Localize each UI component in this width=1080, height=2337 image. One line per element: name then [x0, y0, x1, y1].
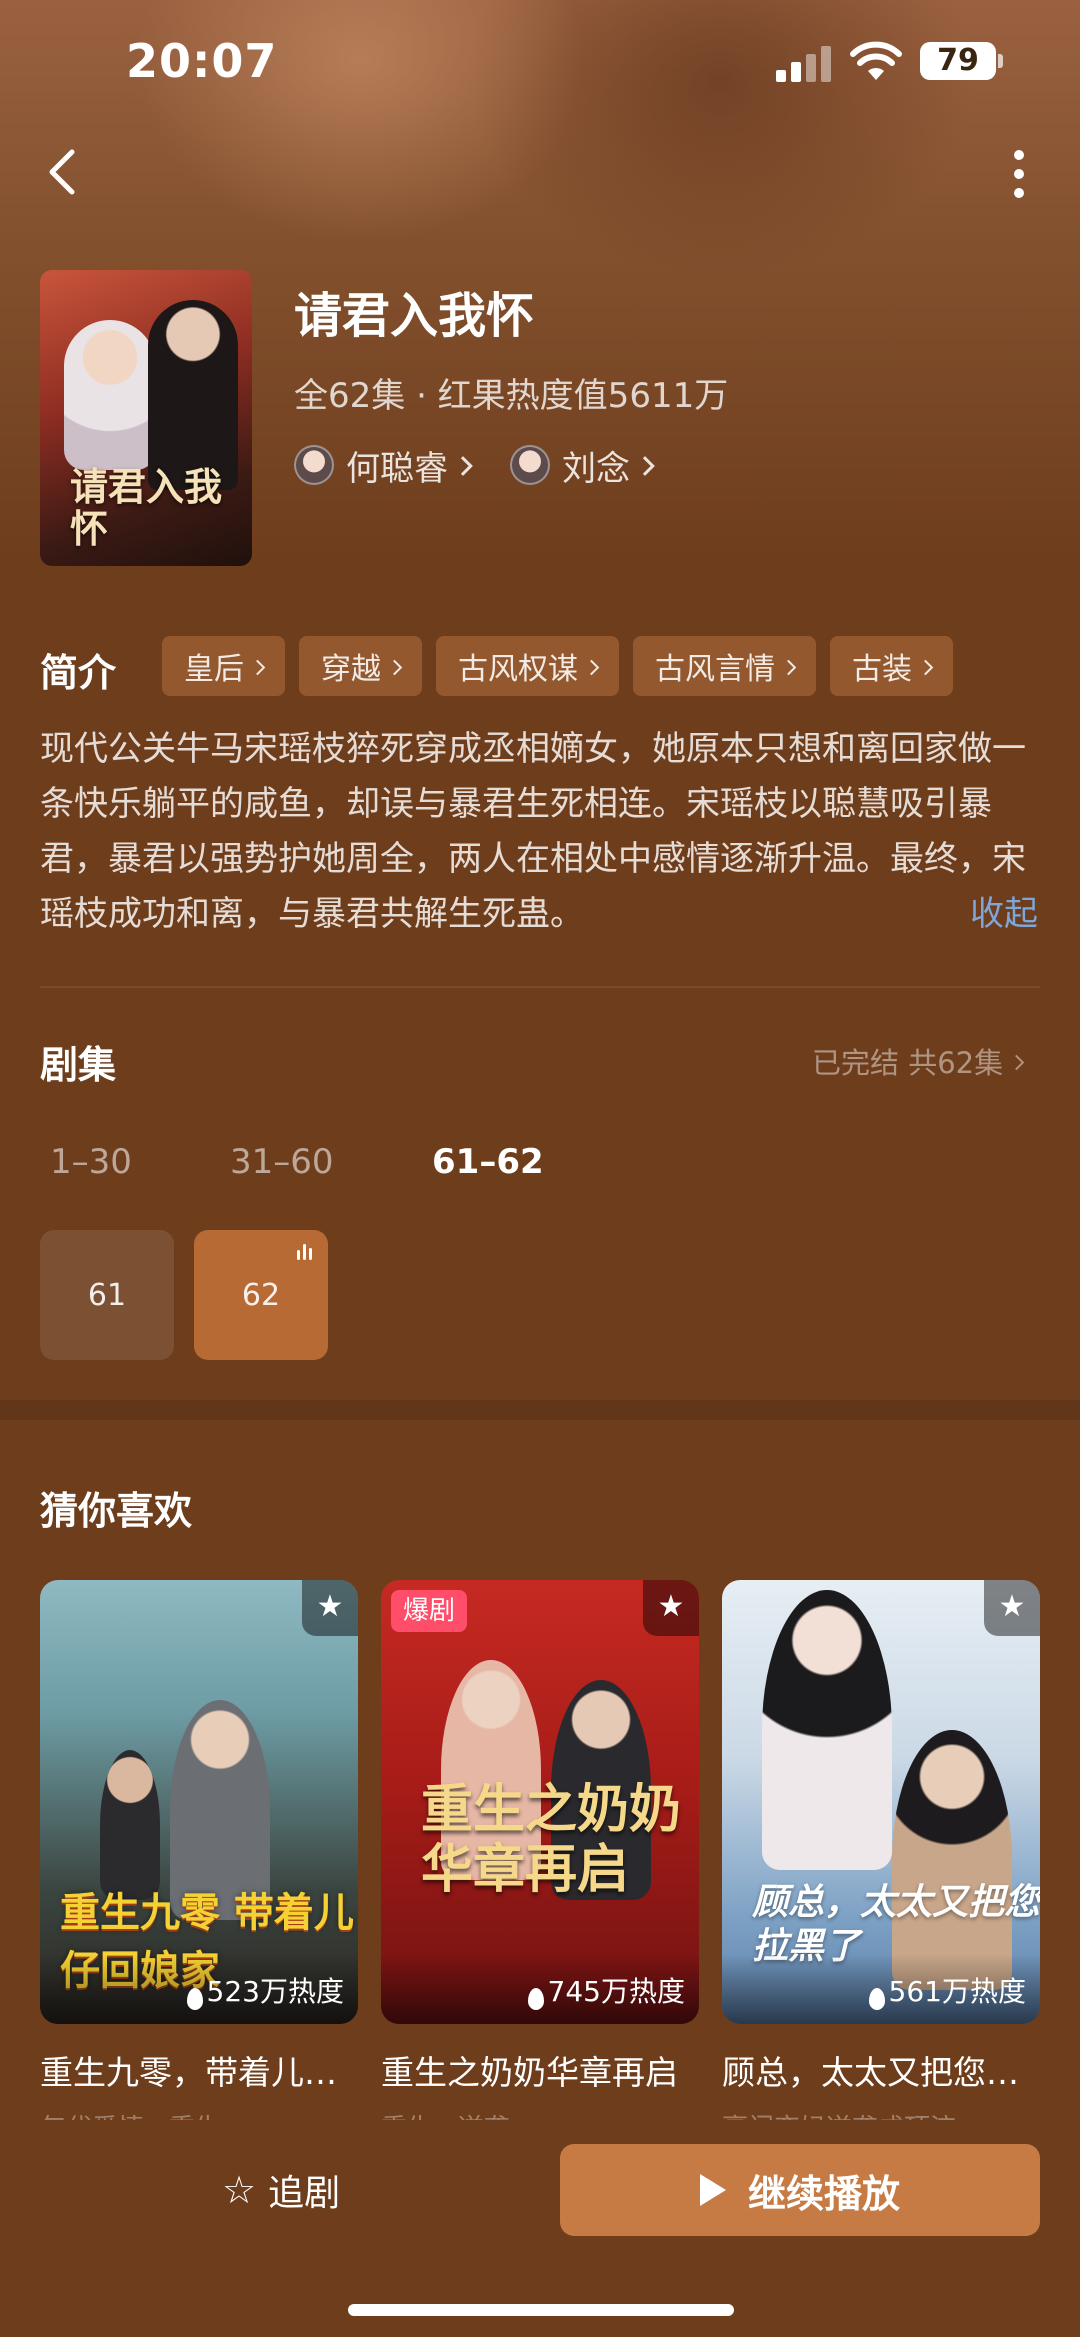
signal-icon [776, 46, 834, 82]
card-art-title: 重生之奶奶华章再启 [421, 1779, 682, 1900]
actor-name: 刘念 [562, 448, 630, 489]
genre-tag[interactable]: 古风权谋 [436, 636, 619, 696]
wifi-icon [850, 41, 902, 80]
recommend-card[interactable]: 重生之奶奶华章再启 爆剧 ★ 745万热度 [381, 1580, 699, 2024]
back-arrow-icon[interactable] [40, 144, 84, 200]
heat-value: 745万热度 [547, 1975, 685, 2008]
section-separator [0, 1400, 1080, 1420]
genre-tag[interactable]: 皇后 [162, 636, 285, 696]
tag-label: 皇后 [184, 652, 244, 687]
follow-button[interactable]: ☆ 追剧 [222, 2160, 340, 2220]
poster-title-art: 请君入我怀 [70, 464, 223, 551]
actor-link[interactable]: 刘念 [510, 440, 655, 490]
card-art-figure [762, 1590, 892, 1870]
genre-tags: 皇后 穿越 古风权谋 古风言情 古装 [162, 636, 953, 696]
tag-label: 古风言情 [655, 652, 775, 687]
recommend-card[interactable]: 顾总，太太又把您拉黑了 ★ 561万热度 [722, 1580, 1040, 2024]
continue-play-button[interactable]: 继续播放 [560, 2144, 1040, 2236]
battery-icon: 79 [920, 42, 996, 80]
episode-button-current[interactable]: 62 [194, 1230, 328, 1360]
hot-badge: 爆剧 [391, 1590, 468, 1632]
episodes-status: 已完结 共62集 [812, 1046, 1004, 1080]
chevron-right-icon [917, 659, 934, 675]
episode-number: 62 [241, 1277, 281, 1313]
play-label: 继续播放 [747, 2171, 900, 2216]
chevron-right-icon [635, 456, 655, 476]
card-title[interactable]: 重生之奶奶华章再启 [381, 2046, 699, 2094]
now-playing-icon [297, 1244, 312, 1260]
avatar [294, 445, 334, 485]
more-options-icon[interactable] [1000, 146, 1038, 202]
episode-range-tab-active[interactable]: 61–62 [432, 1142, 544, 1182]
show-meta: 全62集 · 红果热度值5611万 [294, 376, 729, 416]
home-indicator[interactable] [348, 2304, 734, 2316]
star-outline-icon: ☆ [222, 2168, 257, 2212]
tag-label: 穿越 [321, 652, 381, 687]
flame-icon [527, 1988, 544, 2010]
show-poster[interactable]: 请君入我怀 [40, 270, 252, 566]
star-icon[interactable]: ★ [984, 1580, 1040, 1636]
play-icon [699, 2174, 726, 2206]
chevron-right-icon [780, 659, 797, 675]
show-title: 请君入我怀 [294, 288, 535, 344]
flame-icon [868, 1988, 885, 2010]
heat-value: 523万热度 [206, 1975, 344, 2008]
card-title[interactable]: 重生九零，带着儿… [40, 2046, 358, 2094]
heat-label: 561万热度 [722, 1954, 1040, 2024]
chevron-right-icon [583, 659, 600, 675]
chevron-right-icon [386, 659, 403, 675]
intro-heading: 简介 [40, 651, 117, 695]
episode-range-tab[interactable]: 1–30 [50, 1142, 132, 1182]
genre-tag[interactable]: 穿越 [299, 636, 422, 696]
heat-label: 523万热度 [40, 1954, 358, 2024]
chevron-right-icon [249, 659, 266, 675]
card-art-figure [100, 1750, 160, 1900]
genre-tag[interactable]: 古风言情 [633, 636, 816, 696]
episode-number: 61 [87, 1277, 127, 1313]
genre-tag[interactable]: 古装 [830, 636, 953, 696]
heat-label: 745万热度 [381, 1954, 699, 2024]
episodes-status-link[interactable]: 已完结 共62集 [812, 1040, 1025, 1082]
actor-link[interactable]: 何聪睿 [294, 440, 473, 490]
star-icon[interactable]: ★ [643, 1580, 699, 1636]
episode-range-tab[interactable]: 31–60 [230, 1142, 334, 1182]
actor-name: 何聪睿 [346, 448, 448, 489]
card-title[interactable]: 顾总，太太又把您… [722, 2046, 1040, 2094]
heat-value: 561万热度 [888, 1975, 1026, 2008]
recommend-heading: 猜你喜欢 [40, 1489, 193, 1533]
chevron-right-icon [1008, 1054, 1025, 1070]
chevron-right-icon [453, 456, 473, 476]
star-icon[interactable]: ★ [302, 1580, 358, 1636]
poster-figure-male [148, 300, 238, 490]
avatar [510, 445, 550, 485]
flame-icon [186, 1988, 203, 2010]
collapse-link[interactable]: 收起 [970, 886, 1038, 935]
episode-button[interactable]: 61 [40, 1230, 174, 1360]
show-description: 现代公关牛马宋瑶枝猝死穿成丞相嫡女，她原本只想和离回家做一条快乐躺平的咸鱼，却误… [40, 729, 1026, 934]
recommend-card[interactable]: 重生九零 带着儿仔回娘家 ★ 523万热度 [40, 1580, 358, 2024]
status-time: 20:07 [126, 34, 278, 88]
tag-label: 古装 [852, 652, 912, 687]
poster-figure-female [64, 320, 156, 470]
battery-cap [998, 54, 1003, 68]
episodes-heading: 剧集 [40, 1043, 117, 1087]
divider [40, 986, 1040, 988]
follow-label: 追剧 [268, 2173, 341, 2214]
tag-label: 古风权谋 [458, 652, 578, 687]
